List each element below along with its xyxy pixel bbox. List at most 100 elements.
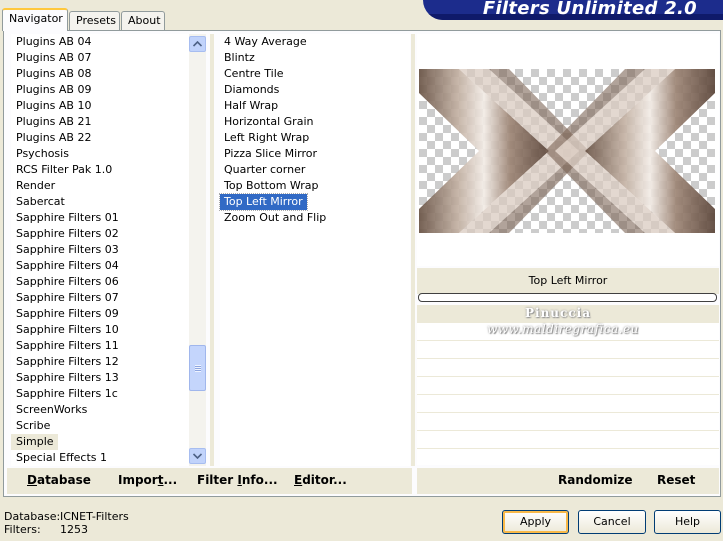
editor-button[interactable]: Editor... [294, 473, 347, 487]
tab-navigator[interactable]: Navigator [2, 8, 68, 31]
category-item-label: Sapphire Filters 01 [16, 211, 119, 224]
category-item[interactable]: RCS Filter Pak 1.0 [11, 162, 189, 178]
category-item-label: RCS Filter Pak 1.0 [16, 163, 113, 176]
scroll-down-button[interactable] [189, 448, 206, 464]
reset-button[interactable]: Reset [657, 473, 695, 487]
import-button[interactable]: Import... [118, 473, 177, 487]
filter-item[interactable]: Quarter corner [220, 162, 410, 178]
category-item-label: Sabercat [16, 195, 65, 208]
category-item-label: Plugins AB 10 [16, 99, 92, 112]
tab-presets[interactable]: Presets [69, 11, 120, 30]
tab-about[interactable]: About [121, 11, 165, 30]
category-item[interactable]: Simple [11, 434, 189, 450]
category-item[interactable]: Sapphire Filters 02 [11, 226, 189, 242]
category-item-label: Sapphire Filters 11 [16, 339, 119, 352]
randomize-button[interactable]: Randomize [558, 473, 632, 487]
filters-count-label: Filters: [4, 523, 41, 536]
category-item-label: Psychosis [16, 147, 69, 160]
filter-item[interactable]: Blintz [220, 50, 410, 66]
filter-item-label: Diamonds [224, 83, 280, 96]
filter-item[interactable]: Pizza Slice Mirror [220, 146, 410, 162]
category-item[interactable]: Sapphire Filters 01 [11, 210, 189, 226]
category-list[interactable]: Plugins AB 04 Plugins AB 07 Plugins AB 08 P… [11, 34, 189, 466]
category-item[interactable]: Sapphire Filters 10 [11, 322, 189, 338]
preview-pane [417, 34, 719, 266]
left-button-bar: Database Import... Filter Info... Editor… [7, 468, 412, 494]
category-item[interactable]: Scribe [11, 418, 189, 434]
filter-list[interactable]: 4 Way Average Blintz Centre Tile Diamonds Ha… [219, 34, 410, 466]
filter-item[interactable]: 4 Way Average [220, 34, 410, 50]
category-item[interactable]: Sapphire Filters 03 [11, 242, 189, 258]
scroll-thumb[interactable] [189, 345, 206, 391]
filter-item[interactable]: Half Wrap [220, 98, 410, 114]
database-button[interactable]: Database [27, 473, 91, 487]
filter-item-label: Left Right Wrap [224, 131, 310, 144]
category-item[interactable]: ScreenWorks [11, 402, 189, 418]
category-item-label: Render [16, 179, 56, 192]
filter-item-label: 4 Way Average [224, 35, 307, 48]
navigator-panel: Plugins AB 04 Plugins AB 07 Plugins AB 08 P… [3, 30, 721, 497]
filter-item[interactable]: Top Left Mirror [219, 193, 410, 211]
filter-item-label: Zoom Out and Flip [224, 211, 327, 224]
category-item[interactable]: Sabercat [11, 194, 189, 210]
category-item[interactable]: Plugins AB 07 [11, 50, 189, 66]
list-divider [411, 34, 415, 466]
category-item[interactable]: Sapphire Filters 09 [11, 306, 189, 322]
banner-title: Filters Unlimited 2.0 [482, 0, 697, 19]
category-item[interactable]: Sapphire Filters 12 [11, 354, 189, 370]
category-item-label: Sapphire Filters 1c [16, 387, 118, 400]
category-item-label: Simple [11, 434, 58, 450]
category-item[interactable]: Psychosis [11, 146, 189, 162]
category-item-label: Plugins AB 22 [16, 131, 92, 144]
category-item[interactable]: Sapphire Filters 11 [11, 338, 189, 354]
category-item-label: ScreenWorks [16, 403, 88, 416]
category-scrollbar[interactable] [189, 34, 206, 466]
filter-item[interactable]: Horizontal Grain [220, 114, 410, 130]
category-item[interactable]: Plugins AB 10 [11, 98, 189, 114]
filter-item[interactable]: Centre Tile [220, 66, 410, 82]
preview-image [419, 69, 715, 233]
filter-item[interactable]: Top Bottom Wrap [220, 178, 410, 194]
category-item[interactable]: Render [11, 178, 189, 194]
category-item[interactable]: Sapphire Filters 1c [11, 386, 189, 402]
filter-item-label: Horizontal Grain [224, 115, 314, 128]
progress-bar [418, 293, 717, 302]
list-divider [210, 34, 214, 466]
database-value: ICNET-Filters [60, 510, 129, 523]
category-item[interactable]: Plugins AB 08 [11, 66, 189, 82]
help-button[interactable]: Help [654, 510, 721, 534]
title-banner: Filters Unlimited 2.0 [423, 0, 723, 20]
category-item[interactable]: Sapphire Filters 13 [11, 370, 189, 386]
category-item-label: Sapphire Filters 10 [16, 323, 119, 336]
parameter-area [417, 305, 719, 465]
apply-button[interactable]: Apply [502, 510, 569, 534]
status-info: Database:ICNET-Filters Filters: 1253 [4, 510, 129, 536]
chevron-up-icon [193, 41, 202, 47]
cancel-button[interactable]: Cancel [578, 510, 646, 534]
category-item-label: Sapphire Filters 06 [16, 275, 119, 288]
category-item[interactable]: Plugins AB 21 [11, 114, 189, 130]
filter-item[interactable]: Diamonds [220, 82, 410, 98]
category-item[interactable]: Plugins AB 04 [11, 34, 189, 50]
filter-item[interactable]: Zoom Out and Flip [220, 210, 410, 226]
filter-item[interactable]: Left Right Wrap [220, 130, 410, 146]
filter-item-label: Pizza Slice Mirror [224, 147, 318, 160]
category-item[interactable]: Sapphire Filters 04 [11, 258, 189, 274]
category-item-label: Plugins AB 09 [16, 83, 92, 96]
category-item[interactable]: Plugins AB 09 [11, 82, 189, 98]
category-item-label: Plugins AB 07 [16, 51, 92, 64]
category-item-label: Sapphire Filters 03 [16, 243, 119, 256]
filter-item-label: Centre Tile [224, 67, 284, 80]
category-item-label: Special Effects 1 [16, 451, 108, 464]
category-item-label: Scribe [16, 419, 51, 432]
preview-filter-name: Top Left Mirror [417, 268, 719, 294]
category-item[interactable]: Sapphire Filters 06 [11, 274, 189, 290]
filter-info-button[interactable]: Filter Info... [197, 473, 278, 487]
scroll-up-button[interactable] [189, 36, 206, 52]
category-item-label: Plugins AB 08 [16, 67, 92, 80]
category-item[interactable]: Plugins AB 22 [11, 130, 189, 146]
right-button-bar: Randomize Reset [417, 468, 719, 494]
filter-item-label: Top Bottom Wrap [224, 179, 319, 192]
category-item[interactable]: Special Effects 1 [11, 450, 189, 466]
category-item[interactable]: Sapphire Filters 07 [11, 290, 189, 306]
